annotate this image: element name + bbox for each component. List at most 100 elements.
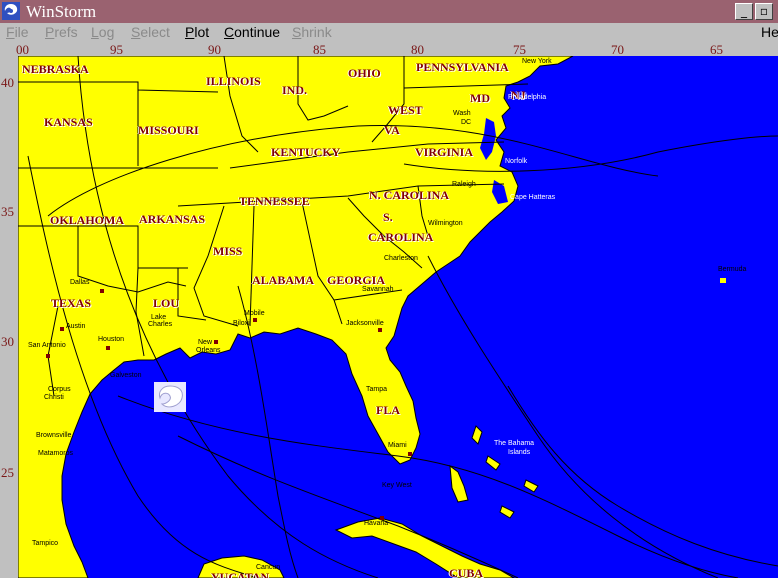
- lat-tick: 40: [1, 75, 14, 90]
- city-label: Charleston: [384, 255, 418, 262]
- state-label: TEXAS: [51, 296, 92, 310]
- city-label: Jacksonville: [346, 320, 384, 327]
- city-label: Cape Hatteras: [510, 194, 556, 201]
- city-label: New York: [522, 58, 552, 65]
- menu-prefs-label: refs: [54, 24, 78, 40]
- bermuda-land: [720, 278, 726, 283]
- menu-shrink-accelerator: S: [292, 24, 302, 40]
- state-label: LOU: [153, 296, 180, 310]
- menu-bar: File Prefs Log Select Plot Continue Shri…: [0, 23, 778, 42]
- state-label: VIRGINIA: [415, 145, 474, 159]
- menu-file-accelerator: F: [6, 24, 15, 40]
- menu-continue[interactable]: Continue: [224, 24, 280, 40]
- state-label: WEST: [388, 103, 423, 117]
- state-label: S.: [383, 210, 393, 224]
- city-marker: [378, 328, 382, 332]
- city-label: Philadelphia: [508, 94, 547, 101]
- state-label: TENNESSEE: [239, 194, 310, 208]
- city-label: DC: [461, 119, 472, 126]
- title-bar: WinStorm _ ▫: [0, 0, 778, 23]
- city-label: Biloxi: [233, 320, 250, 327]
- city-label: Brownsville: [36, 432, 72, 439]
- state-label: OHIO: [348, 66, 381, 80]
- state-label: OKLAHOMA: [50, 213, 124, 227]
- city-label: Galveston: [110, 372, 142, 379]
- state-label: VA: [384, 123, 400, 137]
- menu-select-label: elect: [140, 24, 170, 40]
- bahamas-land: [449, 464, 469, 503]
- city-marker: [253, 318, 257, 322]
- state-label: KANSAS: [44, 115, 93, 129]
- city-label: Tampa: [366, 386, 388, 393]
- bahamas-land: [471, 425, 483, 445]
- menu-shrink-label: hrink: [301, 24, 332, 40]
- state-label: NEBRASKA: [22, 62, 89, 76]
- state-label: MISS: [213, 244, 243, 258]
- city-label: Austin: [66, 323, 86, 330]
- city-label: Bermuda: [718, 266, 747, 273]
- city-label: San Antonio: [28, 342, 66, 349]
- state-label: ILLINOIS: [206, 74, 261, 88]
- cuba-land: [334, 517, 516, 578]
- city-marker: [408, 452, 412, 456]
- city-label: Islands: [508, 449, 531, 456]
- menu-continue-label: ontinue: [234, 24, 281, 40]
- storm-marker: [154, 382, 186, 412]
- menu-plot-label: lot: [194, 24, 210, 40]
- city-label: Orleans: [196, 347, 221, 354]
- state-label: PENNSYLVANIA: [416, 60, 509, 74]
- lat-tick: 30: [1, 334, 14, 349]
- state-label: IND.: [282, 83, 308, 97]
- menu-log[interactable]: Log: [91, 24, 114, 40]
- menu-log-label: og: [98, 24, 115, 40]
- city-label: Miami: [388, 442, 407, 449]
- state-label: MD: [470, 91, 490, 105]
- restore-button[interactable]: ▫: [755, 3, 773, 20]
- bahamas-land: [485, 455, 501, 471]
- city-label: Havana: [364, 520, 389, 527]
- city-label: Wilmington: [428, 220, 463, 227]
- menu-file-label: ile: [14, 24, 29, 40]
- menu-prefs-accelerator: P: [45, 24, 55, 40]
- menu-plot-accelerator: P: [185, 24, 195, 40]
- menu-file[interactable]: File: [6, 24, 29, 40]
- state-label: MISSOURI: [138, 123, 199, 137]
- city-marker: [380, 516, 384, 520]
- lat-tick: 35: [1, 204, 14, 219]
- menu-select[interactable]: Select: [131, 24, 170, 40]
- city-marker: [46, 354, 50, 358]
- menu-prefs[interactable]: Prefs: [45, 24, 78, 40]
- city-label: Christi: [44, 394, 64, 401]
- state-label: ALABAMA: [252, 273, 314, 287]
- menu-select-accelerator: S: [131, 24, 141, 40]
- city-label: New: [198, 339, 213, 346]
- storm-map[interactable]: NEBRASKA ILLINOIS OHIO PENNSYLVANIA IND.…: [18, 56, 778, 578]
- city-label: Corpus: [48, 386, 71, 393]
- state-label: YUCATAN: [211, 570, 270, 578]
- city-label: Savannah: [362, 286, 394, 293]
- storm-app-icon: [2, 2, 20, 20]
- city-label: Key West: [382, 482, 412, 489]
- city-label: Houston: [98, 336, 125, 343]
- minimize-button[interactable]: _: [735, 3, 753, 20]
- bahamas-land: [523, 479, 539, 493]
- city-label: Tampico: [32, 540, 59, 547]
- city-label: Matamoros: [38, 450, 74, 457]
- city-label: Dallas: [70, 279, 90, 286]
- menu-help[interactable]: He: [761, 24, 778, 40]
- longitude-ruler: 00 95 90 85 80 75 70 65: [0, 42, 778, 57]
- menu-shrink[interactable]: Shrink: [292, 24, 332, 40]
- state-label: KENTUCKY: [271, 145, 341, 159]
- window-title: WinStorm: [26, 2, 97, 21]
- bahamas-land: [499, 505, 515, 519]
- city-label: Wash: [453, 110, 471, 117]
- state-label: CAROLINA: [368, 230, 434, 244]
- city-label: Norfolk: [505, 158, 528, 165]
- state-label: CUBA: [449, 566, 484, 578]
- menu-plot[interactable]: Plot: [185, 24, 209, 40]
- city-label: Cancun: [256, 564, 281, 571]
- state-label: N. CAROLINA: [369, 188, 450, 202]
- city-label: The Bahama: [494, 440, 535, 447]
- city-marker: [214, 340, 218, 344]
- city-label: Mobile: [244, 310, 265, 317]
